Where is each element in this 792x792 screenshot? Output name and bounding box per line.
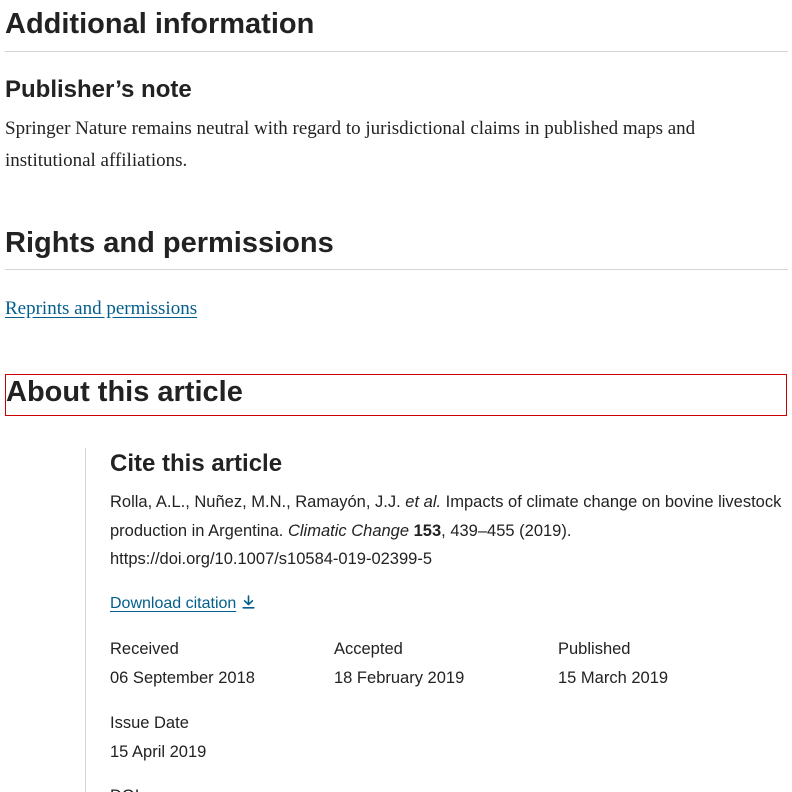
citation-journal: Climatic Change	[287, 521, 410, 540]
about-this-article-heading: About this article	[6, 376, 243, 408]
cite-this-article-section: Cite this article Rolla, A.L., Nuñez, M.…	[85, 448, 792, 792]
received-label: Received	[110, 640, 179, 658]
accepted-value: 18 February 2019	[334, 669, 465, 687]
issue-date-value: 15 April 2019	[110, 743, 207, 761]
section-divider	[5, 269, 788, 270]
citation-doi-url: https://doi.org/10.1007/s10584-019-02399…	[110, 550, 432, 568]
accepted-label: Accepted	[334, 640, 403, 658]
download-citation-label: Download citation	[110, 595, 237, 612]
doi-label: DOI	[110, 784, 139, 792]
issue-date-label: Issue Date	[110, 714, 189, 732]
reprints-and-permissions-link[interactable]: Reprints and permissions	[5, 295, 197, 323]
received-date: Received 06 September 2018	[110, 637, 255, 690]
about-this-article-highlight: About this article	[5, 374, 787, 416]
issue-date: Issue Date 15 April 2019	[110, 711, 206, 764]
citation-text: Rolla, A.L., Nuñez, M.N., Ramayón, J.J. …	[110, 488, 790, 574]
published-value: 15 March 2019	[558, 669, 669, 687]
accepted-date: Accepted 18 February 2019	[334, 637, 464, 690]
published-date: Published 15 March 2019	[558, 637, 668, 690]
download-citation-link[interactable]: Download citation	[110, 592, 255, 617]
publishers-note-heading: Publisher’s note	[5, 76, 192, 103]
published-label: Published	[558, 640, 631, 658]
citation-pages-year: , 439–455 (2019).	[441, 521, 572, 540]
publishers-note-text: Springer Nature remains neutral with reg…	[5, 118, 696, 171]
section-divider	[5, 51, 788, 52]
download-icon	[242, 593, 255, 617]
received-value: 06 September 2018	[110, 669, 255, 687]
citation-et-al: et al.	[405, 493, 442, 511]
article-page: Additional information Publisher’s note …	[0, 0, 792, 792]
additional-information-heading: Additional information	[5, 8, 315, 40]
citation-volume: 153	[413, 521, 442, 540]
doi-block: DOI	[110, 784, 139, 792]
cite-this-article-heading: Cite this article	[110, 450, 283, 477]
rights-and-permissions-heading: Rights and permissions	[5, 227, 334, 259]
citation-authors: Rolla, A.L., Nuñez, M.N., Ramayón, J.J.	[110, 493, 401, 511]
